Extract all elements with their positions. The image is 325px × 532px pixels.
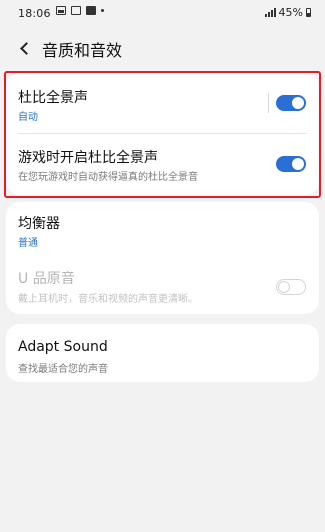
status-bar: 18:06 45% (0, 0, 325, 26)
header: 音质和音效 (0, 30, 325, 66)
status-time: 18:06 (18, 7, 51, 20)
page-title: 音质和音效 (42, 41, 123, 60)
dolby-atmos-title: 杜比全景声 (18, 90, 88, 106)
signal-icon (264, 8, 276, 17)
adapt-sound-subtitle: 查找最适合您的声音 (18, 364, 108, 375)
dolby-gaming-subtitle: 在您玩游戏时自动获得逼真的杜比全景音 (18, 172, 198, 183)
uhq-subtitle: 戴上耳机时，音乐和视频的声音更清晰。 (18, 294, 198, 305)
toggle-knob (292, 158, 304, 170)
toggle-knob (292, 97, 304, 109)
equalizer-row[interactable]: 均衡器 普通 (6, 202, 319, 258)
dolby-gaming-title: 游戏时开启杜比全景声 (18, 150, 158, 166)
more-notifications-icon (101, 9, 104, 12)
dolby-atmos-row[interactable]: 杜比全景声 自动 (6, 73, 319, 133)
toggle-knob (278, 280, 290, 293)
uhq-row[interactable]: U 品原音 戴上耳机时，音乐和视频的声音更清晰。 (6, 258, 319, 314)
dolby-atmos-subtitle: 自动 (18, 112, 38, 123)
dolby-atmos-toggle[interactable] (276, 95, 306, 111)
adapt-sound-card: Adapt Sound 查找最适合您的声音 (6, 324, 319, 382)
notification-icons (56, 6, 104, 15)
equalizer-subtitle: 普通 (18, 238, 38, 249)
battery-icon (306, 8, 311, 17)
status-right: 45% (264, 6, 311, 19)
sound-options-card: 均衡器 普通 U 品原音 戴上耳机时，音乐和视频的声音更清晰。 (6, 202, 319, 314)
back-arrow-icon (19, 41, 33, 55)
uhq-toggle[interactable] (276, 279, 306, 295)
equalizer-title: 均衡器 (18, 216, 60, 232)
battery-percent: 45% (278, 6, 303, 19)
file-notification-icon (71, 6, 81, 15)
gallery-notification-icon (56, 6, 66, 15)
dolby-gaming-toggle[interactable] (276, 156, 306, 172)
adapt-sound-title: Adapt Sound (18, 339, 108, 355)
row-divider (268, 93, 269, 113)
adapt-sound-row[interactable]: Adapt Sound 查找最适合您的声音 (6, 324, 319, 382)
back-button[interactable] (10, 34, 38, 62)
uhq-title: U 品原音 (18, 271, 75, 287)
app-notification-icon (86, 6, 96, 15)
dolby-card: 杜比全景声 自动 游戏时开启杜比全景声 在您玩游戏时自动获得逼真的杜比全景音 (6, 73, 319, 195)
dolby-gaming-row[interactable]: 游戏时开启杜比全景声 在您玩游戏时自动获得逼真的杜比全景音 (6, 134, 319, 195)
